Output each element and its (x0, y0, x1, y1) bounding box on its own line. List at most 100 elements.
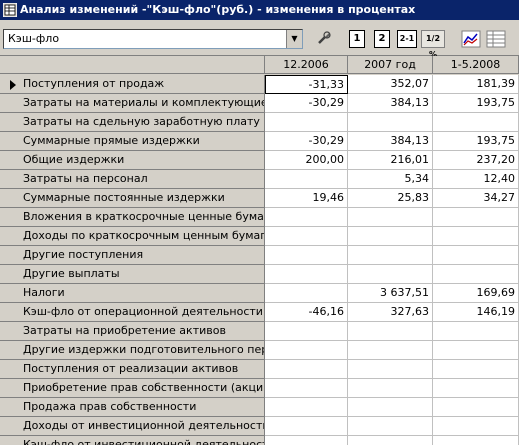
grid-cell[interactable]: 193,75 (433, 132, 519, 151)
grid-cell[interactable]: 3 637,51 (348, 284, 433, 303)
table-row[interactable]: Кэш-фло от операционной деятельности -46,… (0, 303, 519, 322)
grid-cell[interactable] (265, 170, 348, 189)
grid-cell[interactable]: 169,69 (433, 284, 519, 303)
grid-cell[interactable]: 34,27 (433, 189, 519, 208)
grid-cell[interactable]: -46,16 (265, 303, 348, 322)
grid-cell[interactable] (433, 417, 519, 436)
table-row[interactable]: Кэш-фло от инвестиционной деятельности (0, 436, 519, 445)
column-header[interactable]: 12.2006 (265, 56, 348, 74)
grid-cell[interactable] (348, 379, 433, 398)
grid-cell[interactable]: 146,19 (433, 303, 519, 322)
wrench-icon[interactable] (316, 30, 332, 48)
grid-cell[interactable] (433, 322, 519, 341)
grid-cell[interactable] (265, 227, 348, 246)
table-row[interactable]: Затраты на сдельную заработную плату (0, 113, 519, 132)
chart-icon[interactable] (461, 30, 481, 48)
grid-cell[interactable]: 200,00 (265, 151, 348, 170)
view-period-1-button[interactable]: 1 (349, 30, 365, 48)
table-row[interactable]: Продажа прав собственности (0, 398, 519, 417)
grid-cell[interactable] (265, 417, 348, 436)
grid-cell[interactable] (348, 398, 433, 417)
view-period-2-button[interactable]: 2 (374, 30, 390, 48)
table-row[interactable]: Другие издержки подготовительного период… (0, 341, 519, 360)
grid-cell[interactable]: -30,29 (265, 94, 348, 113)
grid-cell[interactable]: 327,63 (348, 303, 433, 322)
grid-cell[interactable] (433, 227, 519, 246)
column-header[interactable]: 2007 год (348, 56, 433, 74)
grid-cell[interactable]: -31,33 (265, 75, 348, 94)
grid-cell[interactable] (265, 322, 348, 341)
grid-cell[interactable]: 12,40 (433, 170, 519, 189)
table-row[interactable]: Вложения в краткосрочные ценные бумаги (0, 208, 519, 227)
grid-cell[interactable]: 384,13 (348, 94, 433, 113)
view-difference-button[interactable]: 2-1 (397, 30, 417, 48)
row-label: Затраты на приобретение активов (0, 322, 265, 341)
grid-cell[interactable] (265, 246, 348, 265)
grid-cell[interactable] (348, 436, 433, 445)
grid-cell[interactable] (348, 341, 433, 360)
grid-cell[interactable] (265, 436, 348, 445)
grid-cell[interactable] (348, 417, 433, 436)
grid-cell[interactable]: 352,07 (348, 75, 433, 94)
table-row[interactable]: Поступления от реализации активов (0, 360, 519, 379)
row-label: Затраты на материалы и комплектующие (0, 94, 265, 113)
grid-cell[interactable]: 181,39 (433, 75, 519, 94)
row-label: Поступления от продаж (0, 75, 265, 94)
grid-cell[interactable] (348, 246, 433, 265)
grid-cell[interactable]: 193,75 (433, 94, 519, 113)
grid-cell[interactable] (265, 284, 348, 303)
grid-cell[interactable] (348, 360, 433, 379)
grid-cell[interactable] (433, 436, 519, 445)
grid-cell[interactable] (265, 341, 348, 360)
grid-cell[interactable] (265, 208, 348, 227)
grid-cell[interactable] (265, 113, 348, 132)
table-row[interactable]: Другие выплаты (0, 265, 519, 284)
grid-cell[interactable]: 237,20 (433, 151, 519, 170)
table-row[interactable]: Суммарные прямые издержки -30,29 384,13 193… (0, 132, 519, 151)
table-row[interactable]: Другие поступления (0, 246, 519, 265)
grid-cell[interactable] (433, 246, 519, 265)
table-row[interactable]: Приобретение прав собственности (акций) (0, 379, 519, 398)
grid-cell[interactable] (348, 208, 433, 227)
row-label: Другие выплаты (0, 265, 265, 284)
grid-cell[interactable] (433, 113, 519, 132)
table-row[interactable]: Затраты на материалы и комплектующие -30,… (0, 94, 519, 113)
view-percent-button[interactable]: 1/2 % (421, 30, 445, 59)
grid-cell[interactable] (265, 398, 348, 417)
grid-cell[interactable] (265, 265, 348, 284)
grid-cell[interactable] (265, 379, 348, 398)
grid-cell[interactable] (433, 208, 519, 227)
table-row[interactable]: Затраты на приобретение активов (0, 322, 519, 341)
grid-cell[interactable]: 25,83 (348, 189, 433, 208)
column-header[interactable]: 1-5.2008 (433, 56, 519, 74)
grid-cell[interactable] (348, 322, 433, 341)
table-row[interactable]: Доходы от инвестиционной деятельности (0, 417, 519, 436)
table-row[interactable]: Общие издержки 200,00 216,01 237,20 (0, 151, 519, 170)
grid-cell[interactable] (433, 398, 519, 417)
grid-cell[interactable]: 5,34 (348, 170, 433, 189)
grid-cell[interactable] (433, 379, 519, 398)
grid-cell[interactable] (348, 113, 433, 132)
grid-cell[interactable]: 19,46 (265, 189, 348, 208)
chevron-down-icon[interactable]: ▼ (286, 30, 302, 48)
grid-cell[interactable]: -30,29 (265, 132, 348, 151)
table-icon[interactable] (486, 30, 506, 48)
grid-cell[interactable] (433, 360, 519, 379)
table-row[interactable]: Доходы по краткосрочным ценным бумагам (0, 227, 519, 246)
table-row[interactable]: Затраты на персонал 5,34 12,40 (0, 170, 519, 189)
grid-cell[interactable] (433, 341, 519, 360)
report-selector-value: Кэш-фло (8, 32, 60, 45)
row-label: Суммарные прямые издержки (0, 132, 265, 151)
table-row[interactable]: Налоги 3 637,51 169,69 (0, 284, 519, 303)
row-label: Доходы от инвестиционной деятельности (0, 417, 265, 436)
table-row[interactable]: Поступления от продаж -31,33 352,07 181,39 (0, 75, 519, 94)
grid-cell[interactable] (265, 360, 348, 379)
table-row[interactable]: Суммарные постоянные издержки 19,46 25,83 3… (0, 189, 519, 208)
grid-cell[interactable]: 384,13 (348, 132, 433, 151)
grid-cell[interactable] (348, 227, 433, 246)
report-selector[interactable]: Кэш-фло ▼ (3, 29, 303, 49)
grid-cell[interactable]: 216,01 (348, 151, 433, 170)
grid-cell[interactable] (348, 265, 433, 284)
grid-cell[interactable] (433, 265, 519, 284)
data-grid: 12.2006 2007 год 1-5.2008 Поступления от… (0, 56, 519, 445)
